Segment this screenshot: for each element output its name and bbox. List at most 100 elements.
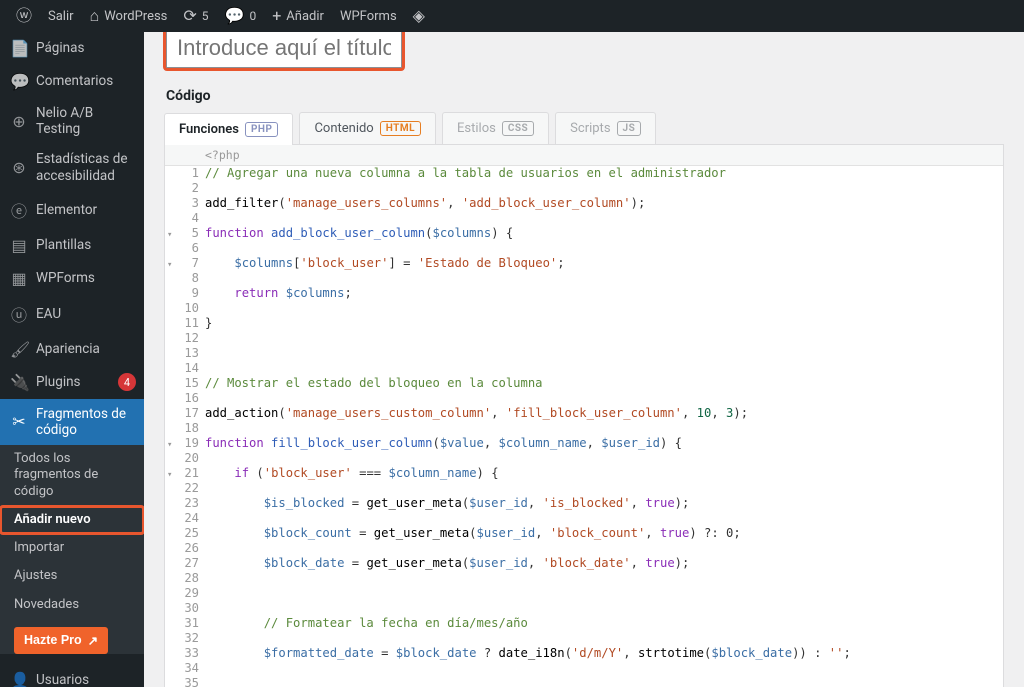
code-line[interactable]: return $columns;: [205, 286, 1003, 301]
sidebar-item-templates[interactable]: ▤Plantillas: [0, 229, 144, 262]
code-line[interactable]: [205, 241, 1003, 256]
updates-link[interactable]: ⟳5: [175, 0, 216, 32]
code-line[interactable]: [205, 601, 1003, 616]
title-highlight: [164, 32, 404, 70]
add-new-link[interactable]: +Añadir: [264, 0, 332, 32]
site-link[interactable]: ⌂ WordPress: [82, 0, 176, 32]
code-line[interactable]: // Agregar una nueva columna a la tabla …: [205, 166, 1003, 181]
codigo-heading: Código: [166, 88, 1004, 104]
code-line[interactable]: [205, 271, 1003, 286]
code-line[interactable]: add_action('manage_users_custom_column',…: [205, 406, 1003, 421]
submenu-import[interactable]: Importar: [0, 534, 144, 562]
code-line[interactable]: function add_block_user_column($columns)…: [205, 226, 1003, 241]
sidebar-item-accessibility[interactable]: ⊛Estadísticas de accesibilidad: [0, 144, 144, 190]
home-icon: ⌂: [90, 8, 100, 24]
line-number: ▾19: [165, 436, 205, 451]
submenu-all-snippets[interactable]: Todos los fragmentos de código: [0, 445, 144, 506]
line-number: 22: [165, 481, 205, 496]
snippet-title-input[interactable]: [166, 32, 402, 68]
code-line[interactable]: [205, 511, 1003, 526]
diamond-icon[interactable]: ◈: [405, 0, 433, 32]
users-icon: 👤: [10, 671, 28, 687]
comments-link[interactable]: 💬0: [217, 0, 265, 32]
code-editor[interactable]: <?php 1// Agregar una nueva columna a la…: [164, 145, 1004, 687]
tab-scripts[interactable]: Scripts JS: [555, 112, 656, 144]
submenu-settings[interactable]: Ajustes: [0, 562, 144, 590]
wp-logo-icon[interactable]: ⓦ: [8, 0, 40, 32]
refresh-icon: ⟳: [183, 8, 196, 24]
sidebar-item-users[interactable]: 👤Usuarios: [0, 664, 144, 687]
code-line[interactable]: $block_date = get_user_meta($user_id, 'b…: [205, 556, 1003, 571]
line-number: 13: [165, 346, 205, 361]
editor-opening-tag: <?php: [165, 145, 1003, 166]
code-line[interactable]: // Formatear la fecha en día/mes/año: [205, 616, 1003, 631]
wpforms-link[interactable]: WPForms: [332, 0, 405, 32]
code-line[interactable]: if ('block_user' === $column_name) {: [205, 466, 1003, 481]
sidebar-item-label: Nelio A/B Testing: [36, 105, 136, 137]
code-line[interactable]: [205, 391, 1003, 406]
line-number: 8: [165, 271, 205, 286]
code-tabs: Funciones PHP Contenido HTML Estilos CSS…: [164, 112, 1004, 145]
php-pill: PHP: [245, 122, 278, 137]
line-number: 6: [165, 241, 205, 256]
tab-contenido[interactable]: Contenido HTML: [299, 112, 436, 144]
external-icon: ↗: [88, 633, 98, 648]
code-line[interactable]: [205, 451, 1003, 466]
code-line[interactable]: [205, 676, 1003, 687]
code-line[interactable]: [205, 361, 1003, 376]
code-line[interactable]: [205, 301, 1003, 316]
code-line[interactable]: [205, 571, 1003, 586]
code-line[interactable]: $formatted_date = $block_date ? date_i18…: [205, 646, 1003, 661]
sidebar-item-pages[interactable]: 📄Páginas: [0, 32, 144, 65]
code-line[interactable]: [205, 541, 1003, 556]
line-number: 3: [165, 196, 205, 211]
line-number: 17: [165, 406, 205, 421]
submenu-code-snippets: Todos los fragmentos de código Añadir nu…: [0, 445, 144, 654]
line-number: 2: [165, 181, 205, 196]
code-line[interactable]: [205, 661, 1003, 676]
code-line[interactable]: [205, 481, 1003, 496]
line-number: 33: [165, 646, 205, 661]
sidebar-item-nelio[interactable]: ⊕Nelio A/B Testing: [0, 98, 144, 144]
hazte-pro-button[interactable]: Hazte Pro↗: [14, 627, 108, 654]
code-line[interactable]: [205, 331, 1003, 346]
code-line[interactable]: [205, 211, 1003, 226]
tab-contenido-label: Contenido: [314, 121, 373, 136]
code-line[interactable]: $columns['block_user'] = 'Estado de Bloq…: [205, 256, 1003, 271]
line-number: 4: [165, 211, 205, 226]
line-number: 1: [165, 166, 205, 181]
comment-icon: 💬: [10, 72, 28, 91]
code-line[interactable]: [205, 631, 1003, 646]
code-line[interactable]: [205, 181, 1003, 196]
code-line[interactable]: [205, 421, 1003, 436]
sidebar-item-code[interactable]: ✂Fragmentos de código: [0, 399, 144, 445]
line-number: 27: [165, 556, 205, 571]
code-line[interactable]: $block_count = get_user_meta($user_id, '…: [205, 526, 1003, 541]
tab-estilos[interactable]: Estilos CSS: [442, 112, 549, 144]
tab-funciones[interactable]: Funciones PHP: [164, 113, 293, 145]
sidebar-item-elementor[interactable]: ⓔElementor: [0, 191, 144, 229]
code-line[interactable]: [205, 586, 1003, 601]
salir-link[interactable]: Salir: [40, 0, 82, 32]
code-line[interactable]: // Mostrar el estado del bloqueo en la c…: [205, 376, 1003, 391]
tab-estilos-label: Estilos: [457, 121, 496, 136]
code-line[interactable]: $is_blocked = get_user_meta($user_id, 'i…: [205, 496, 1003, 511]
sidebar-item-appearance[interactable]: 🖌Apariencia: [0, 333, 144, 366]
line-number: 32: [165, 631, 205, 646]
submenu-add-new[interactable]: Añadir nuevo: [0, 506, 144, 534]
admin-bar: ⓦ Salir ⌂ WordPress ⟳5 💬0 +Añadir WPForms…: [0, 0, 1024, 32]
code-line[interactable]: }: [205, 316, 1003, 331]
sidebar-item-plugins[interactable]: 🔌Plugins4: [0, 366, 144, 399]
code-line[interactable]: function fill_block_user_column($value, …: [205, 436, 1003, 451]
sidebar-item-wpforms[interactable]: ▦WPForms: [0, 262, 144, 295]
accessibility-icon: ⊛: [10, 158, 28, 177]
code-line[interactable]: [205, 346, 1003, 361]
site-name: WordPress: [104, 9, 167, 24]
comments-count: 0: [249, 9, 256, 23]
sidebar-item-eau[interactable]: ⓤEAU: [0, 295, 144, 333]
code-line[interactable]: add_filter('manage_users_columns', 'add_…: [205, 196, 1003, 211]
submenu-news[interactable]: Novedades: [0, 591, 144, 619]
sidebar-item-comment[interactable]: 💬Comentarios: [0, 65, 144, 98]
line-number: 24: [165, 511, 205, 526]
sidebar-item-label: Apariencia: [36, 341, 136, 357]
